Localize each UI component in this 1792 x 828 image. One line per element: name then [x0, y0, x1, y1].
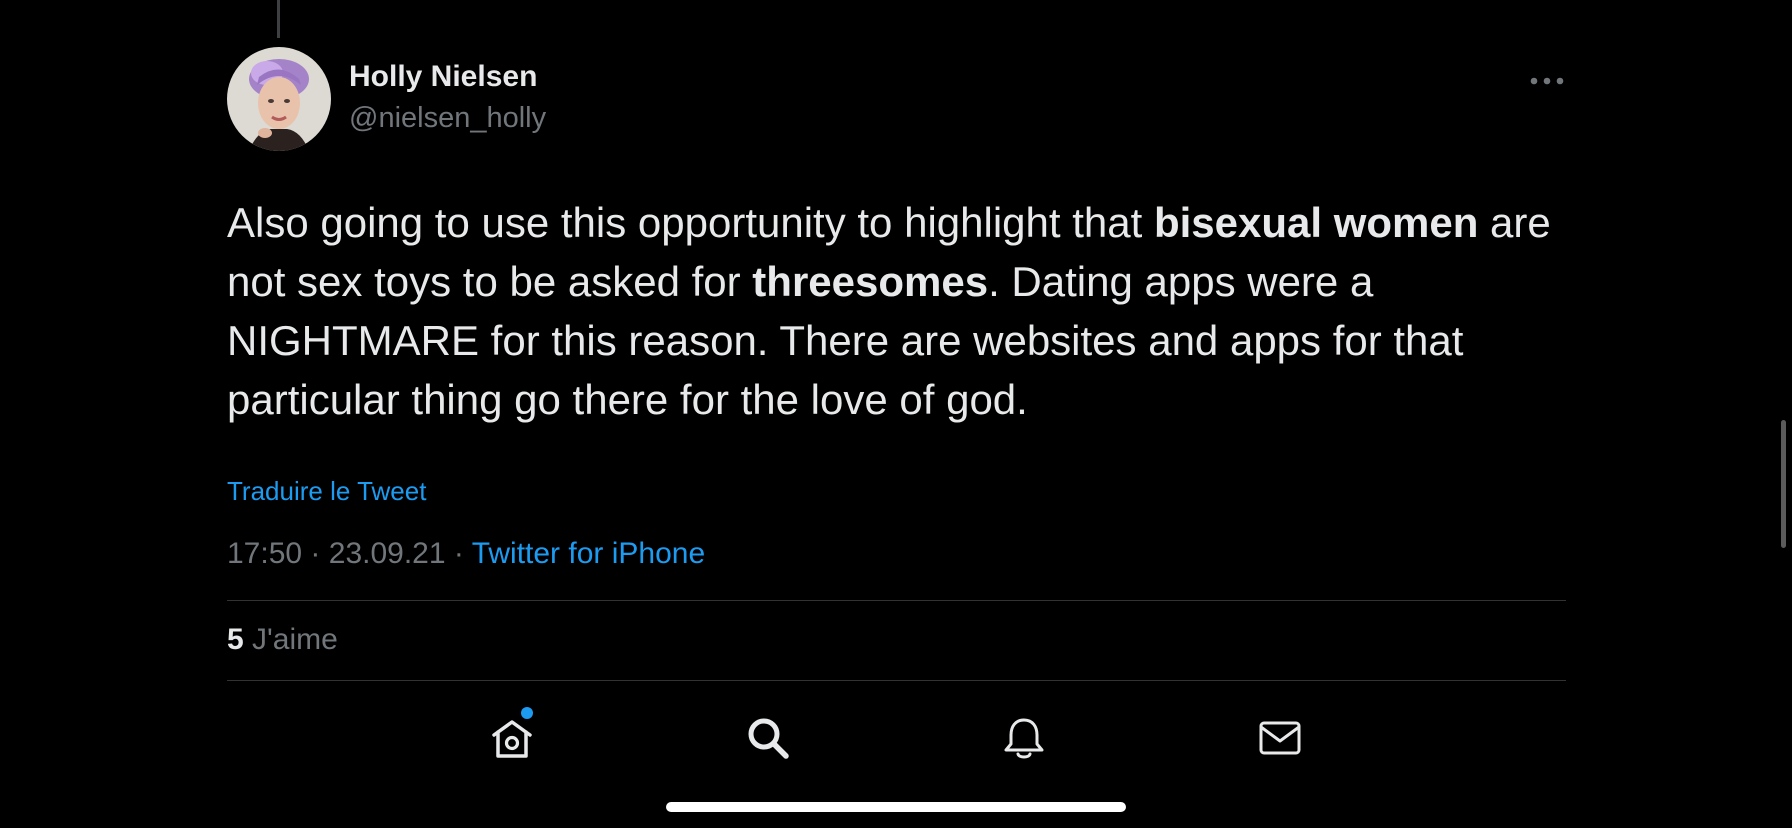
tweet-metadata: 17:50 · 23.09.21 · Twitter for iPhone: [227, 537, 705, 571]
tab-notifications[interactable]: [996, 710, 1052, 766]
search-icon: [748, 718, 789, 759]
thread-connector-line: [277, 0, 280, 38]
tweet-time: 17:50: [227, 537, 303, 570]
bell-icon: [1004, 718, 1044, 759]
divider: [227, 600, 1566, 601]
tab-search[interactable]: [740, 710, 796, 766]
notification-dot: [521, 707, 533, 719]
divider: [227, 680, 1566, 681]
tweet-text-bold-segment: threesomes: [752, 258, 989, 305]
author-display-name[interactable]: Holly Nielsen: [349, 60, 537, 94]
tweet-text-bold-segment: bisexual women: [1153, 199, 1479, 246]
tweet-date: 23.09.21: [328, 537, 446, 570]
scrollbar-thumb[interactable]: [1781, 420, 1786, 548]
tweet-text: Also going to use this opportunity to hi…: [227, 193, 1587, 429]
more-dots-icon: [1530, 77, 1564, 85]
avatar[interactable]: [227, 47, 331, 151]
meta-separator: ·: [453, 537, 464, 570]
tweet-source-link[interactable]: Twitter for iPhone: [472, 537, 705, 570]
tweet-text-segment: Also going to use this opportunity to hi…: [227, 199, 1154, 246]
likes-count: 5: [227, 623, 244, 656]
home-indicator[interactable]: [666, 802, 1126, 812]
tab-messages[interactable]: [1252, 710, 1308, 766]
tab-home[interactable]: [484, 710, 540, 766]
author-handle[interactable]: @nielsen_holly: [349, 102, 546, 135]
translate-tweet-link[interactable]: Traduire le Tweet: [227, 476, 426, 507]
likes-label: J'aime: [252, 623, 338, 656]
mail-icon: [1259, 721, 1301, 755]
more-options-button[interactable]: [1522, 66, 1572, 96]
likes-count-link[interactable]: 5 J'aime: [227, 623, 338, 657]
meta-separator: ·: [310, 537, 321, 570]
home-icon: [492, 720, 532, 758]
